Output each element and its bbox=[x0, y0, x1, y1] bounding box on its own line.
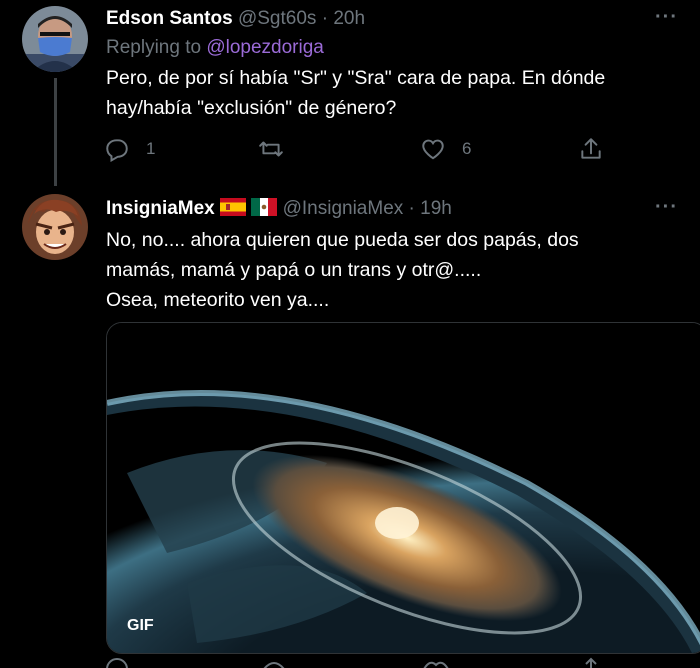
separator-dot: · bbox=[321, 8, 329, 29]
gif-badge: GIF bbox=[127, 617, 154, 634]
separator-dot: · bbox=[408, 198, 415, 219]
avatar[interactable] bbox=[22, 194, 88, 260]
tweet-text: No, no.... ahora quieren que pueda ser d… bbox=[106, 225, 666, 315]
replying-to: Replying to @lopezdoriga bbox=[106, 35, 324, 61]
tweet-line: No, no.... ahora quieren que pueda ser d… bbox=[106, 229, 579, 251]
retweet-icon bbox=[259, 141, 283, 157]
tweet-line: Pero, de por sí había "Sr" y "Sra" cara … bbox=[106, 67, 606, 89]
tweet-text: Pero, de por sí había "Sr" y "Sra" cara … bbox=[106, 63, 666, 123]
tweet-header: Edson Santos @Sgt60s · 20h bbox=[106, 6, 365, 32]
tweet-actions: 1 6 bbox=[104, 134, 604, 164]
tweet-line: Osea, meteorito ven ya.... bbox=[106, 289, 330, 311]
mention-link[interactable]: @lopezdoriga bbox=[206, 37, 324, 58]
reply-button[interactable]: 1 bbox=[104, 134, 155, 164]
mexico-flag-icon bbox=[251, 198, 278, 216]
author-name[interactable]: InsigniaMex bbox=[106, 198, 215, 219]
retweet-button[interactable] bbox=[258, 134, 300, 164]
cartoon-hero-avatar-icon bbox=[22, 194, 88, 260]
spain-flag-icon bbox=[220, 198, 247, 216]
meteor-impact-earth-image bbox=[107, 323, 700, 653]
timestamp[interactable]: 19h bbox=[420, 198, 452, 219]
tweet-line: mamás, mamá y papá o un trans y otr@....… bbox=[106, 259, 482, 281]
more-options-icon[interactable]: ··· bbox=[655, 196, 678, 219]
more-options-icon[interactable]: ··· bbox=[655, 6, 678, 29]
timestamp[interactable]: 20h bbox=[333, 8, 365, 29]
tweet-actions-partial bbox=[104, 655, 604, 668]
author-handle[interactable]: @InsigniaMex bbox=[283, 198, 404, 219]
tweet-line: hay/había "exclusión" de género? bbox=[106, 97, 397, 119]
heart-icon bbox=[422, 139, 444, 160]
like-count: 6 bbox=[462, 139, 472, 158]
reply-count: 1 bbox=[146, 139, 156, 158]
gif-media[interactable]: GIF bbox=[106, 322, 700, 654]
author-name[interactable]: Edson Santos bbox=[106, 8, 233, 29]
share-icon bbox=[581, 138, 601, 159]
action-icons-cut-off bbox=[106, 657, 597, 668]
avatar[interactable] bbox=[22, 6, 88, 72]
author-handle[interactable]: @Sgt60s bbox=[238, 8, 316, 29]
tweet-header: InsigniaMex @InsigniaMex · 19h bbox=[106, 196, 452, 222]
reply-icon bbox=[106, 139, 128, 162]
masked-person-avatar-icon bbox=[22, 6, 88, 72]
like-button[interactable]: 6 bbox=[420, 134, 471, 164]
share-button[interactable] bbox=[578, 134, 604, 164]
thread-connector bbox=[54, 78, 57, 186]
replying-to-label: Replying to bbox=[106, 37, 202, 58]
